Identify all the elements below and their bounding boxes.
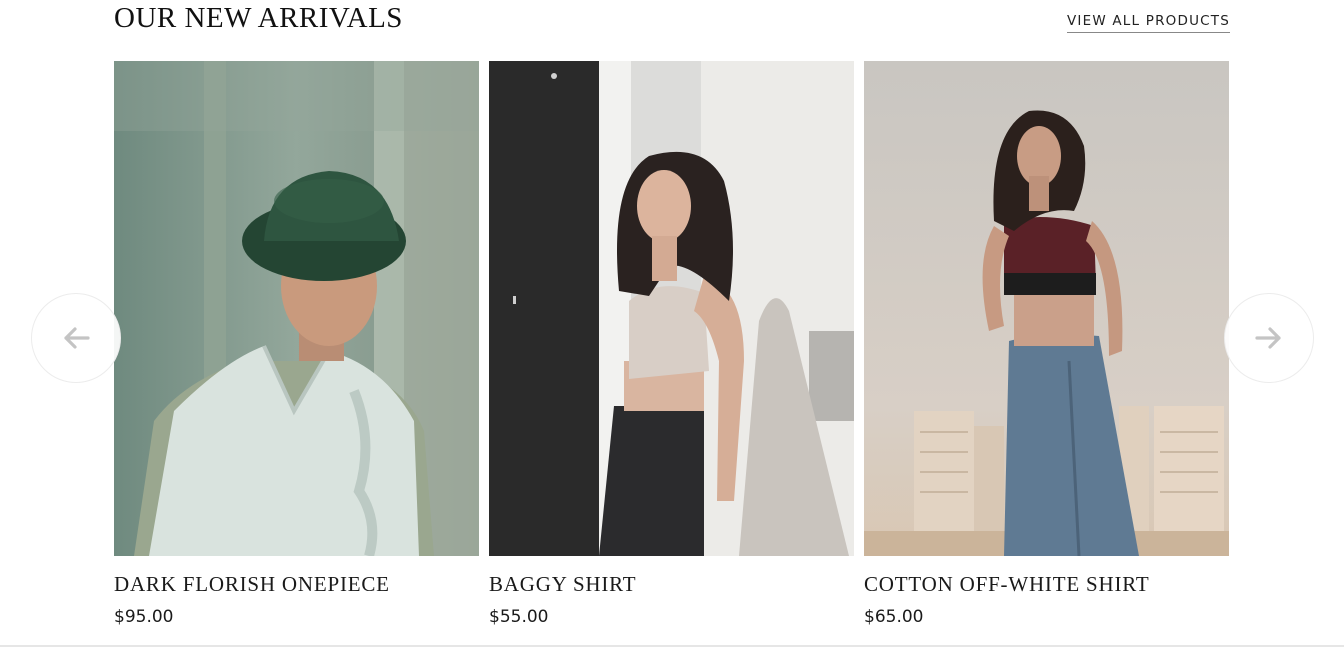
product-image-2[interactable]: [489, 61, 854, 556]
product-card-2[interactable]: BAGGY SHIRT $55.00: [489, 61, 854, 641]
product-name-3[interactable]: COTTON OFF-WHITE SHIRT: [864, 572, 1149, 597]
product-card-1[interactable]: DARK FLORISH ONEPIECE $95.00: [114, 61, 479, 641]
carousel-prev-button[interactable]: [31, 293, 121, 383]
product-image-1[interactable]: [114, 61, 479, 556]
product-name-1[interactable]: DARK FLORISH ONEPIECE: [114, 572, 390, 597]
woman-sports-top-photo: [864, 61, 1229, 556]
product-carousel: DARK FLORISH ONEPIECE $95.00 BAGGY SHIRT…: [0, 61, 1344, 641]
view-all-products-link[interactable]: VIEW ALL PRODUCTS: [1066, 13, 1230, 33]
arrow-left-icon: [64, 327, 90, 349]
product-price-1: $95.00: [114, 607, 174, 627]
section-header: OUR NEW ARRIVALS VIEW ALL PRODUCTS: [114, 0, 1230, 40]
carousel-next-button[interactable]: [1224, 293, 1314, 383]
woman-crop-top-photo: [489, 61, 854, 556]
product-name-2[interactable]: BAGGY SHIRT: [489, 572, 636, 597]
product-price-3: $65.00: [864, 607, 924, 627]
man-bucket-hat-photo: [114, 61, 479, 556]
product-price-2: $55.00: [489, 607, 549, 627]
product-card-3[interactable]: COTTON OFF-WHITE SHIRT $65.00: [864, 61, 1229, 641]
product-image-3[interactable]: [864, 61, 1229, 556]
section-title: OUR NEW ARRIVALS: [114, 2, 403, 34]
arrow-right-icon: [1255, 327, 1281, 349]
